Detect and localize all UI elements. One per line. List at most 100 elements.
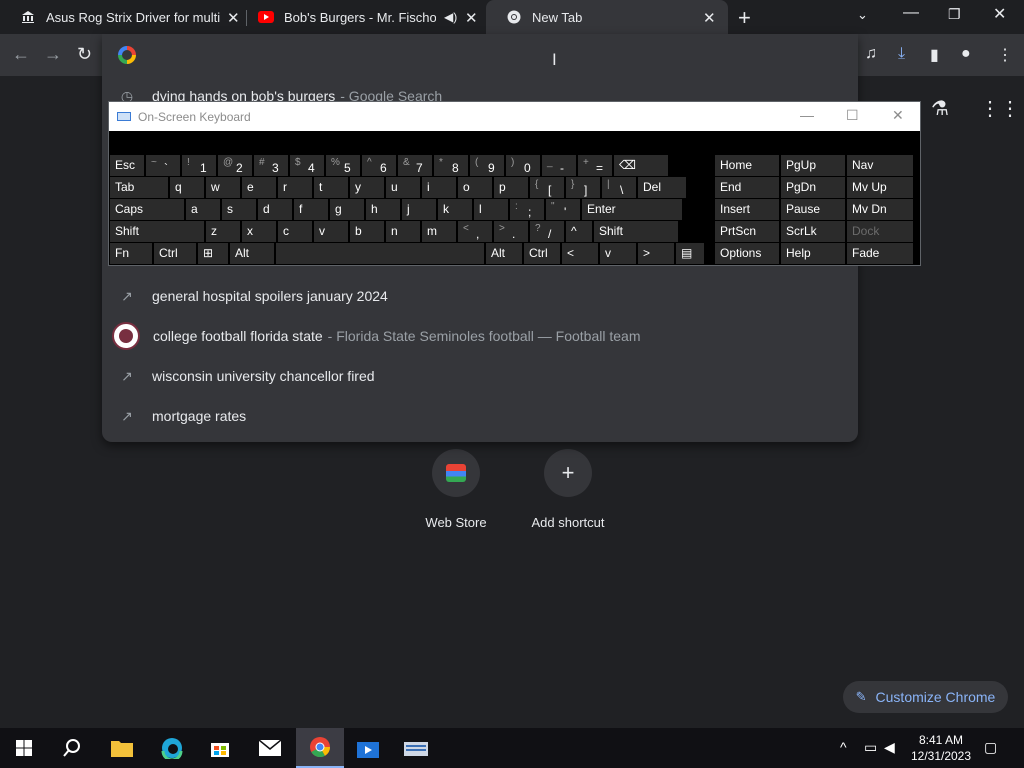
- osk-key[interactable]: Dock: [847, 221, 913, 242]
- osk-key[interactable]: Tab: [110, 177, 168, 198]
- osk-key[interactable]: #3: [254, 155, 288, 176]
- tab-asus-driver[interactable]: Asus Rog Strix Driver for multiple ✕: [0, 0, 246, 34]
- store-icon[interactable]: [196, 728, 244, 768]
- osk-key[interactable]: ⌫: [614, 155, 668, 176]
- osk-key[interactable]: Mv Dn: [847, 199, 913, 220]
- osk-key[interactable]: " ': [546, 199, 580, 220]
- download-icon[interactable]: ⤓: [898, 45, 905, 63]
- close-window-icon[interactable]: ✕: [993, 4, 1006, 24]
- osk-key[interactable]: PgUp: [781, 155, 845, 176]
- close-tab-icon[interactable]: ✕: [465, 9, 478, 27]
- osk-key[interactable]: ▤: [676, 243, 704, 264]
- osk-key[interactable]: Alt: [486, 243, 522, 264]
- osk-key[interactable]: * 8: [434, 155, 468, 176]
- back-icon[interactable]: ←: [12, 44, 30, 65]
- customize-chrome-button[interactable]: ✎ Customize Chrome: [843, 681, 1008, 713]
- edge-icon[interactable]: [148, 728, 196, 768]
- search-icon[interactable]: [48, 728, 96, 768]
- reload-icon[interactable]: ↻: [77, 44, 92, 65]
- forward-icon[interactable]: →: [44, 44, 62, 65]
- shortcut-add[interactable]: + Add shortcut: [513, 449, 623, 530]
- apps-grid-icon[interactable]: ⋮⋮: [980, 96, 1020, 121]
- osk-key[interactable]: Nav: [847, 155, 913, 176]
- osk-key[interactable]: x: [242, 221, 276, 242]
- osk-key[interactable]: Enter: [582, 199, 682, 220]
- clock[interactable]: 8:41 AM 12/31/2023: [906, 732, 976, 764]
- osk-key[interactable]: <: [562, 243, 598, 264]
- osk-key[interactable]: (9: [470, 155, 504, 176]
- osk-key[interactable]: }]: [566, 177, 600, 198]
- osk-key[interactable]: i: [422, 177, 456, 198]
- osk-key[interactable]: Options: [715, 243, 779, 264]
- suggestion-item[interactable]: ↗ mortgage rates: [102, 396, 858, 436]
- suggestion-item[interactable]: college football florida state - Florida…: [102, 316, 858, 356]
- osk-key[interactable]: & 7: [398, 155, 432, 176]
- osk-key[interactable]: q: [170, 177, 204, 198]
- shortcut-web-store[interactable]: Web Store: [401, 449, 511, 530]
- tab-bobs-burgers[interactable]: Bob's Burgers - Mr. Fischoeder ◀) ✕: [238, 0, 486, 34]
- osk-key[interactable]: ~ `: [146, 155, 180, 176]
- osk-key[interactable]: n: [386, 221, 420, 242]
- tab-search-chevron-icon[interactable]: ⌄: [857, 7, 868, 23]
- minimize-icon[interactable]: —: [903, 4, 919, 22]
- osk-key[interactable]: c: [278, 221, 312, 242]
- osk-key[interactable]: Ctrl: [524, 243, 560, 264]
- minimize-icon[interactable]: —: [800, 107, 814, 123]
- file-explorer-icon[interactable]: [98, 728, 146, 768]
- profile-icon[interactable]: ●: [961, 45, 971, 63]
- new-tab-plus-icon[interactable]: +: [738, 5, 751, 31]
- close-tab-icon[interactable]: ✕: [703, 9, 716, 27]
- osk-key[interactable]: l: [474, 199, 508, 220]
- osk-key[interactable]: m: [422, 221, 456, 242]
- windows-start-icon[interactable]: [0, 728, 48, 768]
- osk-key[interactable]: z: [206, 221, 240, 242]
- osk-key[interactable]: r: [278, 177, 312, 198]
- osk-key[interactable]: Help: [781, 243, 845, 264]
- mail-icon[interactable]: [246, 728, 294, 768]
- osk-key[interactable]: :;: [510, 199, 544, 220]
- osk-key[interactable]: {[: [530, 177, 564, 198]
- osk-key[interactable]: g: [330, 199, 364, 220]
- maximize-icon[interactable]: ☐: [846, 107, 859, 124]
- osk-key[interactable]: v: [314, 221, 348, 242]
- osk-key[interactable]: ^: [566, 221, 592, 242]
- osk-key[interactable]: ScrLk: [781, 221, 845, 242]
- osk-key[interactable]: Insert: [715, 199, 779, 220]
- restore-icon[interactable]: ❐: [948, 6, 961, 23]
- chrome-taskbar-icon[interactable]: [296, 728, 344, 768]
- osk-key[interactable]: f: [294, 199, 328, 220]
- osk-key[interactable]: s: [222, 199, 256, 220]
- osk-key[interactable]: w: [206, 177, 240, 198]
- media-queue-icon[interactable]: ♫: [865, 45, 877, 63]
- osk-key[interactable]: PrtScn: [715, 221, 779, 242]
- osk-key[interactable]: p: [494, 177, 528, 198]
- osk-key[interactable]: Mv Up: [847, 177, 913, 198]
- osk-key[interactable]: End: [715, 177, 779, 198]
- osk-key[interactable]: Home: [715, 155, 779, 176]
- osk-key[interactable]: a: [186, 199, 220, 220]
- osk-key[interactable]: ^ 6: [362, 155, 396, 176]
- side-panel-icon[interactable]: ▮: [930, 45, 939, 65]
- osk-key[interactable]: Esc: [110, 155, 144, 176]
- osk-key[interactable]: Caps: [110, 199, 184, 220]
- osk-key[interactable]: Fade: [847, 243, 913, 264]
- osk-key[interactable]: y: [350, 177, 384, 198]
- osk-key[interactable]: PgDn: [781, 177, 845, 198]
- tab-new-tab[interactable]: New Tab ✕: [486, 0, 728, 34]
- tray-chevron-icon[interactable]: ^: [840, 739, 847, 755]
- osk-key[interactable]: Shift: [594, 221, 678, 242]
- speaker-icon[interactable]: ◀): [444, 10, 457, 24]
- osk-key[interactable]: u: [386, 177, 420, 198]
- osk-key[interactable]: Alt: [230, 243, 274, 264]
- osk-key[interactable]: _ -: [542, 155, 576, 176]
- osk-key[interactable]: ? /: [530, 221, 564, 242]
- osk-key[interactable]: + =: [578, 155, 612, 176]
- osk-key[interactable]: % 5: [326, 155, 360, 176]
- close-icon[interactable]: ✕: [892, 107, 904, 124]
- osk-key[interactable]: o: [458, 177, 492, 198]
- osk-key[interactable]: j: [402, 199, 436, 220]
- osk-key[interactable]: Ctrl: [154, 243, 196, 264]
- osk-key[interactable]: ) 0: [506, 155, 540, 176]
- media-player-icon[interactable]: [344, 728, 392, 768]
- osk-key[interactable]: <,: [458, 221, 492, 242]
